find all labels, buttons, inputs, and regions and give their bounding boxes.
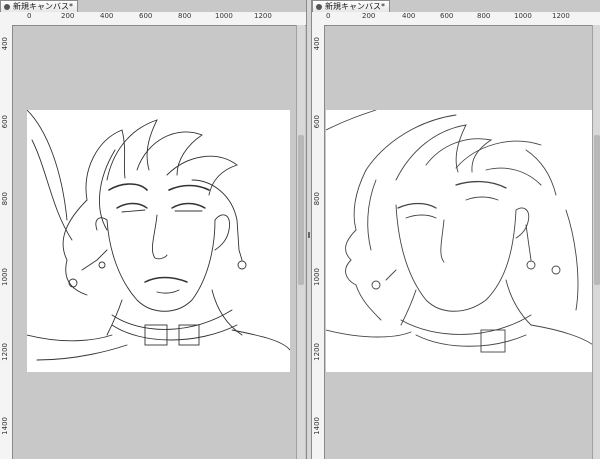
ruler-label: 400 — [313, 37, 321, 51]
close-icon[interactable] — [316, 3, 322, 10]
scrollbar-thumb[interactable] — [594, 135, 600, 285]
ruler-label: 800 — [477, 12, 491, 20]
sketch-drawing — [326, 110, 597, 353]
tab-canvas-left[interactable]: 新規キャンバス* — [0, 0, 78, 12]
ruler-label: 1000 — [313, 268, 321, 286]
grip-icon — [308, 232, 310, 238]
tab-label: 新規キャンバス* — [325, 2, 385, 11]
ruler-label: 600 — [139, 12, 153, 20]
ruler-label: 1200 — [313, 343, 321, 361]
ruler-label: 0 — [326, 12, 331, 20]
canvas-pane-left[interactable]: 新規キャンバス* 0 200 400 600 800 1000 1200 400… — [0, 0, 306, 459]
ruler-label: 0 — [27, 12, 32, 20]
drawing-canvas[interactable] — [326, 110, 597, 372]
ruler-label: 1200 — [552, 12, 570, 20]
ruler-label: 200 — [362, 12, 376, 20]
ruler-label: 1000 — [514, 12, 532, 20]
ruler-label: 800 — [1, 192, 9, 206]
ruler-label: 1400 — [1, 417, 9, 435]
ruler-label: 1000 — [1, 268, 9, 286]
ruler-label: 800 — [178, 12, 192, 20]
vertical-ruler: 400 600 800 1000 1200 1400 — [312, 25, 325, 459]
vertical-ruler: 400 600 800 1000 1200 1400 — [0, 25, 13, 459]
tab-label: 新規キャンバス* — [13, 2, 73, 11]
ruler-label: 400 — [100, 12, 114, 20]
ruler-label: 400 — [402, 12, 416, 20]
tab-canvas-right[interactable]: 新規キャンバス* — [312, 0, 390, 12]
ruler-label: 400 — [1, 37, 9, 51]
ruler-label: 800 — [313, 192, 321, 206]
ruler-label: 1200 — [254, 12, 272, 20]
ruler-label: 200 — [61, 12, 75, 20]
scrollbar-thumb[interactable] — [298, 135, 304, 285]
horizontal-ruler: 0 200 400 600 800 1000 1200 — [312, 12, 600, 26]
sketch-drawing — [27, 110, 290, 361]
ruler-label: 600 — [440, 12, 454, 20]
ruler-label: 1400 — [313, 417, 321, 435]
horizontal-ruler: 0 200 400 600 800 1000 1200 — [0, 12, 306, 26]
ruler-label: 600 — [1, 115, 9, 129]
vertical-scrollbar-left[interactable] — [296, 25, 305, 459]
ruler-label: 1200 — [1, 343, 9, 361]
vertical-scrollbar-right[interactable] — [592, 25, 600, 459]
ruler-label: 600 — [313, 115, 321, 129]
canvas-pane-right[interactable]: 新規キャンバス* 0 200 400 600 800 1000 1200 400… — [312, 0, 600, 459]
close-icon[interactable] — [4, 3, 10, 10]
drawing-canvas[interactable] — [27, 110, 290, 372]
ruler-label: 1000 — [215, 12, 233, 20]
